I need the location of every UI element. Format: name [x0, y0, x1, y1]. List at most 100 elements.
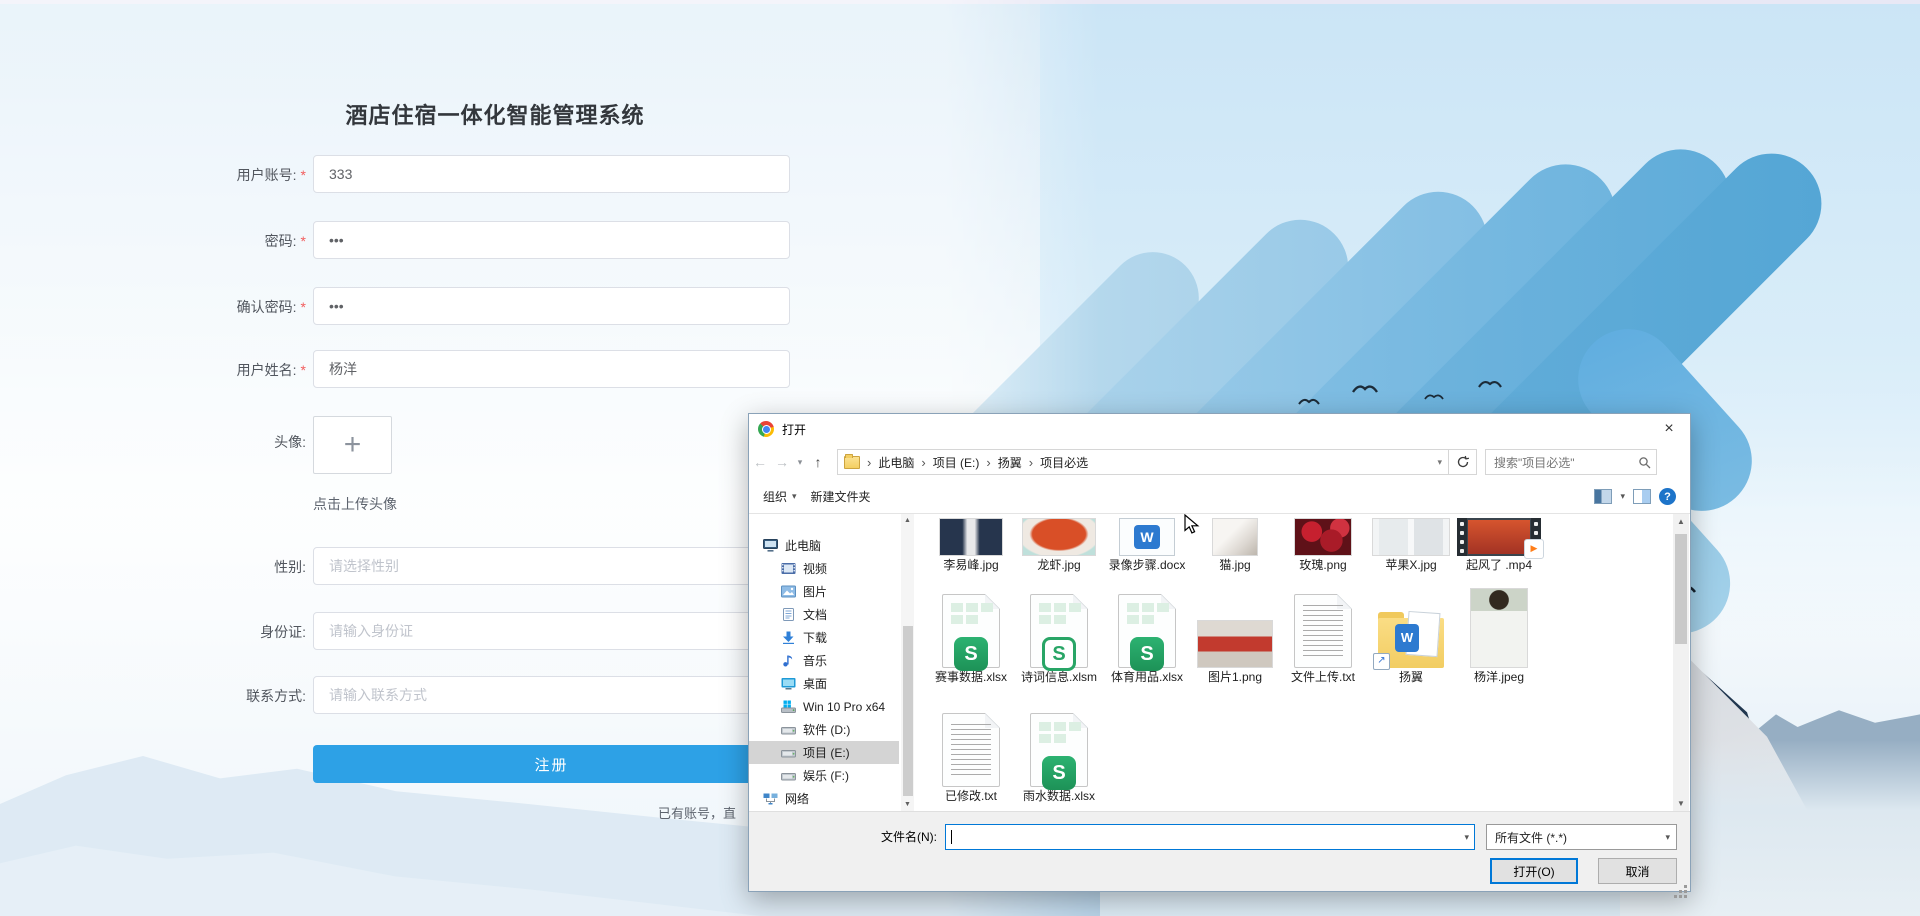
file-item[interactable]: S 诗词信息.xlsm	[1015, 584, 1103, 684]
chrome-icon	[758, 421, 774, 437]
page-background: 酒店住宿一体化智能管理系统 用户账号:* 密码:* 确认密码:* 用户姓名:* …	[0, 0, 1920, 916]
breadcrumb-separator: ›	[921, 454, 926, 470]
new-folder-button[interactable]: 新建文件夹	[811, 488, 871, 505]
breadcrumb-item-drive[interactable]: 项目 (E:)	[933, 454, 980, 471]
breadcrumb-separator: ›	[986, 454, 991, 470]
sidebar-item-videos[interactable]: 视频	[749, 557, 899, 580]
filename-input[interactable]	[945, 824, 1475, 850]
avatar-upload-box[interactable]: +	[313, 416, 392, 474]
file-list-scrollbar[interactable]: ▲ ▼	[1673, 514, 1689, 811]
breadcrumb[interactable]: › 此电脑 › 项目 (E:) › 扬翼 › 项目必选 ▾	[837, 449, 1449, 475]
file-item[interactable]: S 赛事数据.xlsx	[927, 584, 1015, 684]
text-file-icon	[942, 713, 1000, 787]
chevron-down-icon[interactable]: ▾	[1620, 491, 1625, 502]
film-strip-icon	[1460, 522, 1464, 526]
file-name: 猫.jpg	[1219, 558, 1251, 572]
file-item[interactable]: 苹果X.jpg	[1367, 516, 1455, 572]
file-item[interactable]: 李易峰.jpg	[927, 516, 1015, 572]
drive-icon	[781, 750, 796, 758]
scrollbar-thumb[interactable]	[1675, 534, 1687, 644]
scroll-up-icon[interactable]: ▲	[1673, 514, 1689, 529]
up-button[interactable]: ↑	[807, 454, 829, 470]
chevron-down-icon[interactable]: ▾	[1464, 832, 1469, 843]
sidebar-item-drive-d[interactable]: 软件 (D:)	[749, 718, 899, 741]
username-label: 用户姓名: *	[236, 362, 306, 378]
file-item[interactable]: S 体育用品.xlsx	[1103, 584, 1191, 684]
refresh-button[interactable]	[1449, 449, 1477, 475]
sidebar-item-downloads[interactable]: 下载	[749, 626, 899, 649]
filetype-value: 所有文件 (*.*)	[1495, 830, 1568, 845]
register-button[interactable]: 注册	[313, 745, 790, 783]
organize-button[interactable]: 组织 ▾	[763, 488, 797, 505]
required-mark: *	[300, 167, 306, 183]
sidebar-item-network[interactable]: 网络	[749, 787, 899, 810]
dialog-titlebar[interactable]: 打开 ×	[749, 414, 1690, 444]
file-item[interactable]: 杨洋.jpeg	[1455, 584, 1543, 684]
file-item[interactable]: 图片1.png	[1191, 584, 1279, 684]
photo-thumbnail	[1197, 620, 1273, 668]
file-name: 玫瑰.png	[1299, 558, 1347, 572]
forward-button[interactable]: →	[771, 454, 793, 470]
file-item[interactable]: S 雨水数据.xlsx	[1015, 703, 1103, 803]
file-item[interactable]: W 录像步骤.docx	[1103, 516, 1191, 572]
account-input[interactable]	[313, 155, 790, 193]
file-item[interactable]: 文件上传.txt	[1279, 584, 1367, 684]
confirm-password-label: 确认密码: *	[236, 299, 306, 315]
back-button[interactable]: ←	[749, 454, 771, 470]
dialog-body: 此电脑 视频 图片 文档 下载 音乐 桌面 Win 10 Pro x64 软件 …	[749, 514, 1690, 811]
view-mode-icon[interactable]	[1594, 489, 1613, 504]
sidebar-item-this-pc[interactable]: 此电脑	[749, 534, 899, 557]
chevron-down-icon[interactable]: ▾	[1437, 457, 1442, 468]
id-card-label: 身份证:	[260, 624, 306, 640]
help-icon[interactable]: ?	[1659, 488, 1676, 505]
file-item[interactable]: ▶ 起风了 .mp4	[1455, 516, 1544, 572]
sidebar-item-desktop[interactable]: 桌面	[749, 672, 899, 695]
required-mark: *	[300, 362, 306, 378]
id-card-input[interactable]	[313, 612, 790, 650]
sidebar-item-documents[interactable]: 文档	[749, 603, 899, 626]
sidebar-item-system-drive[interactable]: Win 10 Pro x64	[749, 695, 899, 718]
login-link-text[interactable]: 已有账号，直	[658, 803, 736, 822]
file-name: 苹果X.jpg	[1385, 558, 1437, 572]
confirm-password-input[interactable]	[313, 287, 790, 325]
sidebar-item-drive-f[interactable]: 娱乐 (F:)	[749, 764, 899, 787]
sidebar-item-drive-e[interactable]: 项目 (E:)	[749, 741, 899, 764]
word-badge: W	[1395, 624, 1419, 652]
breadcrumb-item-current[interactable]: 项目必选	[1040, 454, 1088, 471]
gender-select[interactable]	[313, 547, 790, 585]
scroll-down-icon[interactable]: ▼	[1673, 796, 1689, 811]
sidebar-item-pictures[interactable]: 图片	[749, 580, 899, 603]
open-button[interactable]: 打开(O)	[1490, 858, 1578, 884]
file-item[interactable]: 已修改.txt	[927, 703, 1015, 803]
preview-pane-icon[interactable]	[1633, 489, 1651, 504]
documents-icon	[783, 608, 794, 621]
account-label: 用户账号: *	[236, 167, 306, 183]
breadcrumb-item-computer[interactable]: 此电脑	[878, 454, 914, 471]
breadcrumb-item-folder[interactable]: 扬翼	[998, 454, 1022, 471]
spreadsheet-icon: S	[1118, 594, 1176, 671]
text-caret	[951, 830, 952, 844]
scrollbar-thumb[interactable]	[902, 626, 913, 796]
dialog-footer: 文件名(N): ▾ 所有文件 (*.*) ▾ 打开(O) 取消	[749, 811, 1690, 891]
sidebar-scrollbar[interactable]: ▲ ▼	[901, 514, 914, 811]
spreadsheet-icon: S	[942, 594, 1000, 671]
file-item[interactable]: 龙虾.jpg	[1015, 516, 1103, 572]
file-item[interactable]: 玫瑰.png	[1279, 516, 1367, 572]
scroll-down-icon[interactable]: ▼	[901, 798, 914, 811]
file-item[interactable]: W ↗ 扬翼	[1367, 584, 1455, 684]
contact-input[interactable]	[313, 676, 790, 714]
scroll-up-icon[interactable]: ▲	[901, 514, 914, 527]
close-icon[interactable]: ×	[1648, 414, 1690, 444]
resize-grip[interactable]	[1684, 885, 1687, 888]
file-item[interactable]: 猫.jpg	[1191, 516, 1279, 572]
search-input[interactable]: 搜索"项目必选"	[1485, 449, 1657, 475]
password-input[interactable]	[313, 221, 790, 259]
username-input[interactable]	[313, 350, 790, 388]
word-doc-icon: W	[1119, 518, 1175, 556]
spreadsheet-badge: S	[954, 637, 988, 671]
recent-locations-icon[interactable]: ▾	[793, 457, 807, 468]
cancel-button[interactable]: 取消	[1598, 858, 1677, 884]
filetype-select[interactable]: 所有文件 (*.*) ▾	[1486, 824, 1677, 850]
sidebar-item-music[interactable]: 音乐	[749, 649, 899, 672]
photo-thumbnail	[939, 518, 1003, 556]
